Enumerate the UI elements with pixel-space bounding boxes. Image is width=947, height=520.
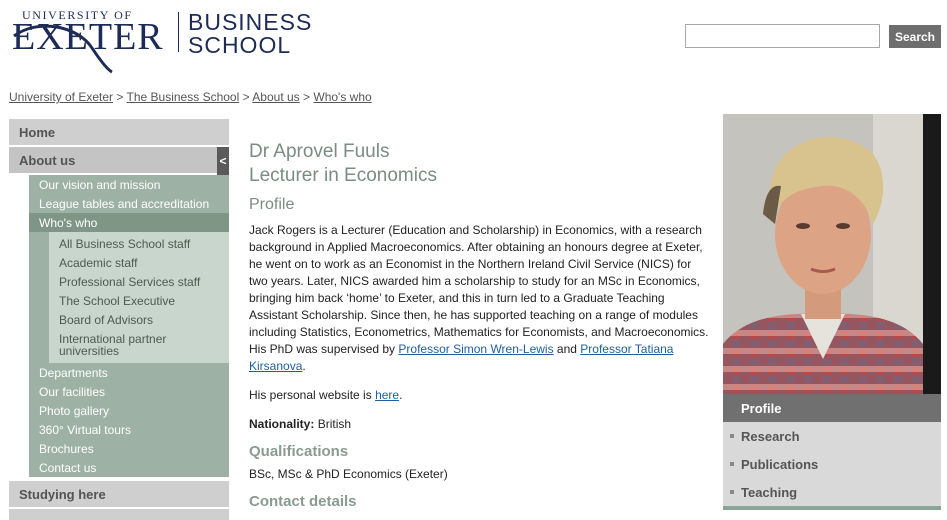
nav-item-facilities[interactable]: Our facilities	[29, 382, 229, 401]
breadcrumb-university[interactable]: University of Exeter	[9, 90, 113, 104]
qualifications-heading: Qualifications	[249, 443, 349, 460]
profile-photo	[723, 114, 923, 395]
tab-label: Research	[741, 428, 800, 444]
nav-item-home[interactable]: Home	[9, 119, 229, 147]
nav-item-contact-us[interactable]: Contact us	[29, 458, 229, 477]
profile-tabs: Profile Research Publications Teaching	[723, 394, 941, 510]
nationality-label: Nationality:	[249, 417, 315, 431]
bio-and-text: and	[556, 342, 577, 356]
nationality: Nationality: British	[249, 416, 709, 433]
nationality-value: British	[317, 417, 352, 431]
nav-item-label: Home	[19, 124, 56, 140]
tab-profile[interactable]: Profile	[723, 394, 941, 422]
tab-label: Profile	[741, 400, 782, 416]
nav-item-departments[interactable]: Departments	[29, 363, 229, 382]
qualifications-value: BSc, MSc & PhD Economics (Exeter)	[249, 467, 448, 481]
nav-item-school-executive[interactable]: The School Executive	[49, 291, 229, 310]
nav-item-label: About us	[19, 152, 76, 168]
breadcrumb-separator: >	[242, 90, 250, 104]
nav-item-vision[interactable]: Our vision and mission	[29, 175, 229, 194]
photo-edge	[923, 114, 941, 395]
bullet-icon	[730, 490, 734, 494]
personal-website: His personal website is here.	[249, 387, 709, 404]
profile-photo-image	[723, 114, 923, 395]
nav-item-board-of-advisors[interactable]: Board of Advisors	[49, 310, 229, 329]
tabs-bottom-bar	[723, 506, 941, 510]
supervisor-link-1[interactable]: Professor Simon Wren-Lewis	[398, 342, 553, 356]
whos-who-submenu: All Business School staff Academic staff…	[29, 232, 229, 363]
nav-item-label: Studying here	[19, 486, 106, 502]
contact-heading: Contact details	[249, 493, 357, 510]
profile-heading: Profile	[249, 196, 295, 213]
tab-publications[interactable]: Publications	[723, 450, 941, 478]
logo-school-text: SCHOOL	[188, 32, 292, 58]
tab-research[interactable]: Research	[723, 422, 941, 450]
nav-item-studying-here[interactable]: Studying here	[9, 481, 229, 509]
breadcrumb-whos-who[interactable]: Who's who	[313, 90, 371, 104]
breadcrumb-business-school[interactable]: The Business School	[127, 90, 240, 104]
search-button[interactable]: Search	[889, 25, 941, 48]
bullet-icon	[730, 462, 734, 466]
university-logo[interactable]: UNIVERSITY OF EXETER BUSINESS SCHOOL	[8, 8, 311, 76]
bullet-icon	[730, 434, 734, 438]
bio-end-period: .	[302, 359, 306, 373]
profile-content: Dr Aprovel Fuuls Lecturer in Economics P…	[249, 140, 709, 516]
nav-item-all-staff[interactable]: All Business School staff	[49, 234, 229, 253]
website-link[interactable]: here	[375, 388, 399, 402]
breadcrumb-separator: >	[303, 90, 311, 104]
website-period: .	[399, 388, 403, 402]
nav-item-academic-staff[interactable]: Academic staff	[49, 253, 229, 272]
tab-label: Publications	[741, 456, 819, 472]
tab-teaching[interactable]: Teaching	[723, 478, 941, 506]
profile-bio: Jack Rogers is a Lecturer (Education and…	[249, 222, 709, 375]
nav-item-league-tables[interactable]: League tables and accreditation	[29, 194, 229, 213]
breadcrumb-separator: >	[116, 90, 124, 104]
profile-job-title: Lecturer in Economics	[249, 165, 437, 186]
collapse-icon[interactable]: <	[217, 147, 229, 175]
nav-item-brochures[interactable]: Brochures	[29, 439, 229, 458]
nav-item-international-partners[interactable]: International partner universities	[49, 329, 229, 361]
sidebar-nav: Home About us < Our vision and mission L…	[9, 119, 229, 520]
nav-item-about-us[interactable]: About us <	[9, 147, 229, 175]
logo-divider	[178, 12, 179, 52]
nav-item-whos-who[interactable]: Who's who	[29, 213, 229, 232]
profile-name: Dr Aprovel Fuuls	[249, 141, 390, 162]
bio-text: Jack Rogers is a Lecturer (Education and…	[249, 223, 709, 356]
website-text: His personal website is	[249, 388, 372, 402]
nav-item-photo-gallery[interactable]: Photo gallery	[29, 401, 229, 420]
nav-item-next[interactable]	[9, 509, 229, 520]
tab-label: Teaching	[741, 484, 798, 500]
nav-item-virtual-tours[interactable]: 360° Virtual tours	[29, 420, 229, 439]
breadcrumb-about-us[interactable]: About us	[252, 90, 299, 104]
logo-exeter-text: EXETER	[12, 16, 164, 58]
logo-business-text: BUSINESS	[188, 9, 313, 35]
nav-item-professional-services[interactable]: Professional Services staff	[49, 272, 229, 291]
about-submenu: Our vision and mission League tables and…	[9, 175, 229, 477]
breadcrumb: University of Exeter > The Business Scho…	[9, 90, 372, 104]
search-input[interactable]	[685, 24, 880, 48]
